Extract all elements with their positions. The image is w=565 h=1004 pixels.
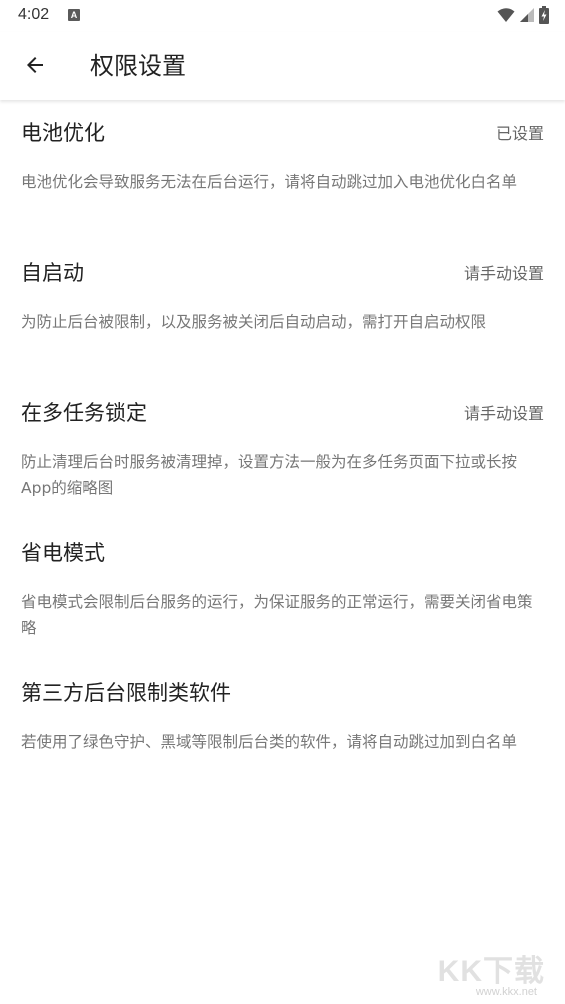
setting-title: 电池优化: [21, 121, 105, 145]
setting-title: 省电模式: [21, 541, 105, 565]
a-icon: A: [68, 9, 80, 21]
status-time: 4:02: [18, 6, 50, 23]
setting-multitask-lock[interactable]: 在多任务锁定 请手动设置 防止清理后台时服务被清理掉，设置方法一般为在多任务页面…: [0, 380, 565, 520]
setting-power-saving[interactable]: 省电模式 省电模式会限制后台服务的运行，为保证服务的正常运行，需要关闭省电策略: [0, 520, 565, 660]
watermark-logo: KK下载: [437, 955, 545, 988]
status-bar: 4:02 A: [0, 0, 565, 32]
settings-list: 电池优化 已设置 电池优化会导致服务无法在后台运行，请将自动跳过加入电池优化白名…: [0, 100, 565, 800]
setting-battery-optimization[interactable]: 电池优化 已设置 电池优化会导致服务无法在后台运行，请将自动跳过加入电池优化白名…: [0, 100, 565, 240]
setting-third-party-restriction[interactable]: 第三方后台限制类软件 若使用了绿色守护、黑域等限制后台类的软件，请将自动跳过加到…: [0, 660, 565, 800]
setting-status: 请手动设置: [463, 404, 544, 423]
setting-auto-start[interactable]: 自启动 请手动设置 为防止后台被限制，以及服务被关闭后自动启动，需打开自启动权限: [0, 240, 565, 380]
arrow-left-icon: [23, 53, 47, 81]
setting-title: 在多任务锁定: [21, 401, 147, 425]
watermark-url: www.kkx.net: [475, 986, 537, 998]
setting-description: 为防止后台被限制，以及服务被关闭后自动启动，需打开自启动权限: [21, 313, 487, 331]
setting-title: 自启动: [21, 261, 84, 285]
setting-description: 电池优化会导致服务无法在后台运行，请将自动跳过加入电池优化白名单: [21, 173, 518, 191]
setting-status: 已设置: [495, 124, 544, 143]
setting-title: 第三方后台限制类软件: [21, 681, 231, 705]
status-icons: [497, 6, 549, 28]
setting-status: 请手动设置: [463, 264, 544, 283]
battery-charging-icon: [539, 6, 549, 28]
wifi-icon: [497, 7, 515, 27]
setting-description: 防止清理后台时服务被清理掉，设置方法一般为在多任务页面下拉或长按App的缩略图: [21, 453, 518, 497]
app-bar: 权限设置: [0, 32, 565, 100]
signal-icon: [519, 7, 535, 27]
setting-description: 省电模式会限制后台服务的运行，为保证服务的正常运行，需要关闭省电策略: [21, 593, 533, 637]
page-title: 权限设置: [90, 52, 186, 80]
watermark: KK下载 www.kkx.net: [438, 946, 545, 998]
back-button[interactable]: [18, 50, 52, 84]
setting-description: 若使用了绿色守护、黑域等限制后台类的软件，请将自动跳过加到白名单: [21, 733, 518, 751]
